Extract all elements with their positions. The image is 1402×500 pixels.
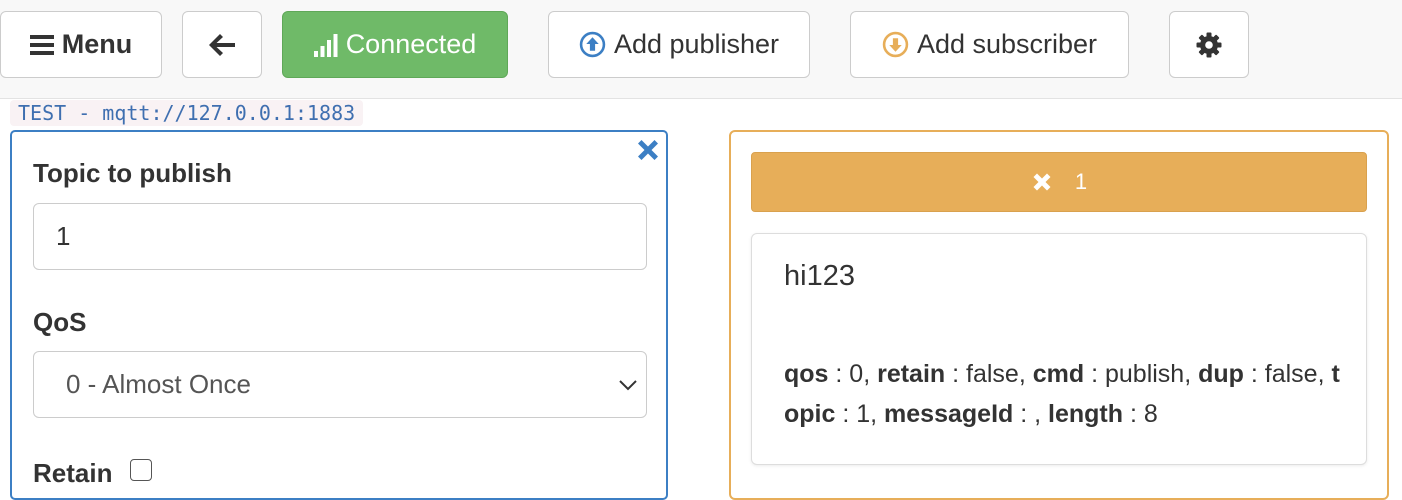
menu-label: Menu [61,29,133,59]
message-meta: qos : 0, retain : false, cmd : publish, … [784,354,1344,434]
gear-icon [1196,32,1222,57]
settings-button[interactable] [1169,11,1249,78]
subscriber-topic: 1 [1074,169,1088,194]
meta-val-topic: : 1, [835,400,885,428]
add-subscriber-label: Add subscriber [916,29,1098,59]
retain-checkbox[interactable] [130,459,152,481]
back-button[interactable] [182,11,262,78]
close-icon[interactable] [634,136,662,164]
arrow-circle-up-icon [579,31,606,58]
qos-selected-value: 0 - Almost Once [66,369,251,399]
topic-input[interactable]: 1 [33,203,647,270]
retain-label: Retain [33,458,113,488]
close-icon[interactable] [1031,171,1053,193]
meta-val-retain: : false, [945,360,1033,388]
qos-label: QoS [33,307,87,337]
add-subscriber-button[interactable]: Add subscriber [850,11,1129,78]
meta-val-dup: : false, [1243,360,1332,388]
meta-key-qos: qos [784,360,829,388]
toolbar: Menu Connected Add publisher Add subscri… [0,0,1402,99]
meta-key-messageid: messageId [884,400,1014,428]
meta-key-length: length [1048,400,1124,428]
arrow-circle-down-icon [882,31,909,58]
chevron-down-icon [619,380,637,391]
subscriber-header[interactable]: 1 [751,152,1367,212]
meta-val-length: : 8 [1123,400,1158,428]
message-card: hi123 qos : 0, retain : false, cmd : pub… [751,233,1367,465]
meta-key-retain: retain [877,360,946,388]
meta-val-cmd: : publish, [1084,360,1199,388]
subscriber-panel: 1 hi123 qos : 0, retain : false, cmd : p… [729,130,1389,500]
meta-val-qos: : 0, [828,360,878,388]
arrow-left-icon [209,33,235,56]
connection-label: TEST - mqtt://127.0.0.1:1883 [10,100,364,126]
connection-status-button[interactable]: Connected [282,11,508,78]
publisher-panel: Topic to publish 1 QoS 0 - Almost Once R… [10,130,668,500]
hamburger-icon [29,34,54,55]
menu-button[interactable]: Menu [0,11,162,78]
signal-icon [313,33,338,57]
message-payload: hi123 [784,260,855,292]
topic-label: Topic to publish [33,158,232,188]
qos-select[interactable]: 0 - Almost Once [33,351,647,418]
meta-key-dup: dup [1198,360,1244,388]
connected-label: Connected [345,29,477,59]
topic-input-value: 1 [56,221,71,251]
add-publisher-label: Add publisher [613,29,780,59]
meta-val-messageid: : , [1013,400,1049,428]
meta-key-cmd: cmd [1032,360,1085,388]
add-publisher-button[interactable]: Add publisher [548,11,810,78]
